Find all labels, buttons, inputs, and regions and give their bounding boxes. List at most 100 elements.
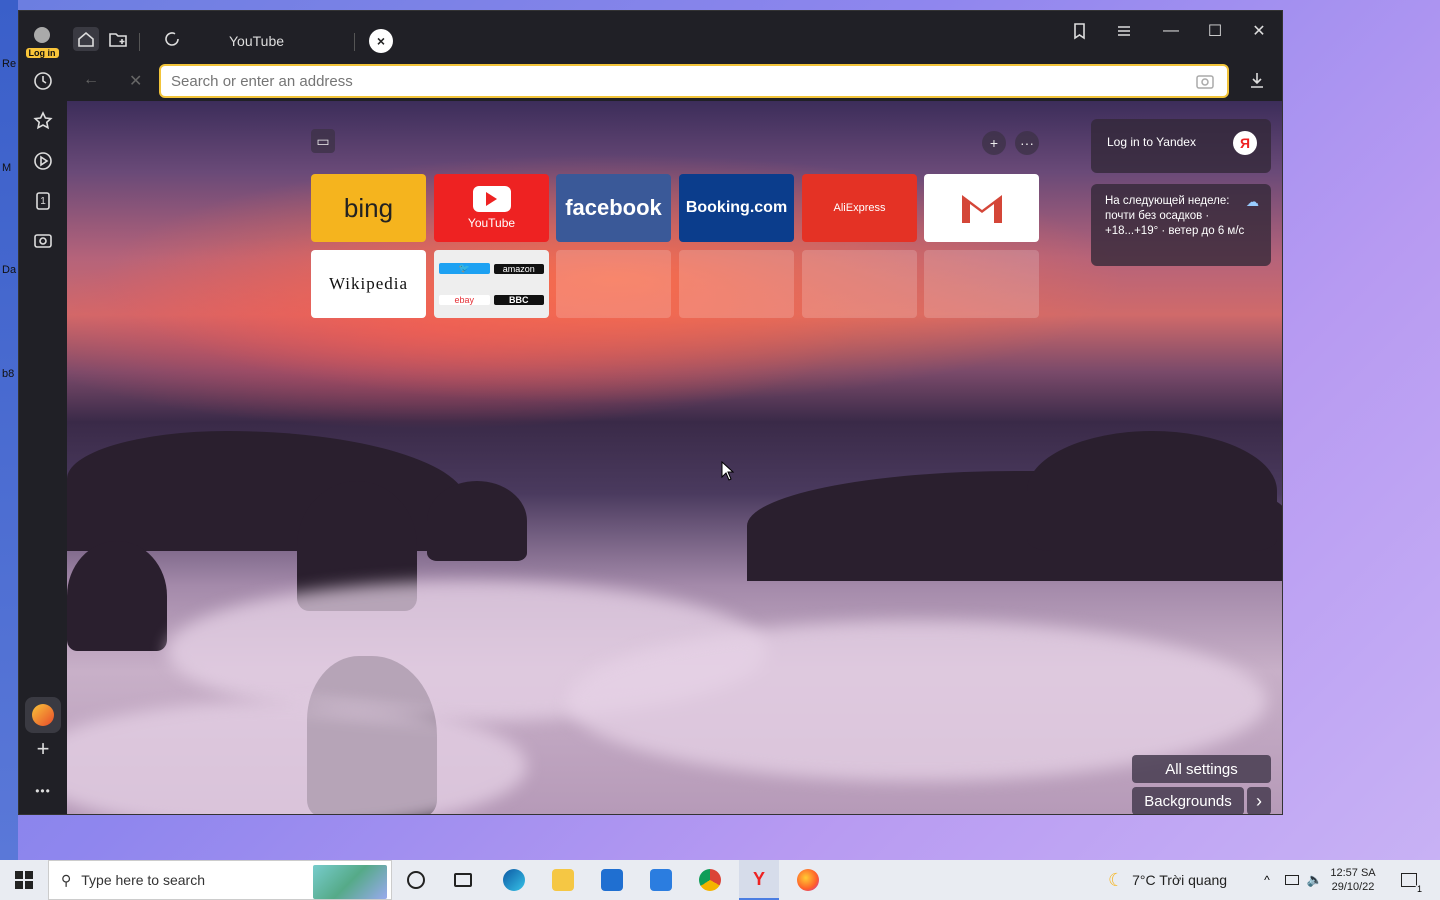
search-icon: ⚲ — [61, 871, 72, 888]
desktop-label: b8 — [2, 368, 15, 380]
chrome-icon[interactable] — [690, 860, 730, 900]
sidebar-more-button[interactable]: ••• — [27, 775, 59, 807]
network-icon[interactable] — [1282, 860, 1302, 900]
desktop-label: M — [2, 162, 12, 174]
bbc-mini[interactable]: BBC — [493, 294, 544, 305]
taskbar: ⚲ Type here to search Y ☾ 7°C Trời quang… — [0, 860, 1440, 900]
loading-icon — [159, 27, 185, 51]
edge-icon[interactable] — [494, 860, 534, 900]
tile-label: bing — [343, 192, 394, 223]
twitter-icon[interactable]: 🐦 — [439, 263, 490, 274]
clock-date: 29/10/22 — [1331, 881, 1375, 893]
titlebar: YouTube × — ☐ ✕ — [67, 11, 1282, 63]
tile-label: YouTube — [467, 216, 516, 230]
tile-aliexpress[interactable]: AliExpress — [802, 174, 917, 242]
desktop-label: Da — [2, 264, 17, 276]
browser-sidebar: Log in 1 + ••• — [19, 11, 67, 814]
tile-gmail[interactable] — [924, 174, 1039, 242]
tile-empty[interactable] — [924, 250, 1039, 318]
close-window-button[interactable]: ✕ — [1241, 19, 1277, 43]
address-input[interactable] — [159, 64, 1229, 98]
background-mountain — [427, 481, 527, 561]
taskbar-search[interactable]: ⚲ Type here to search — [48, 860, 392, 900]
backgrounds-button[interactable]: Backgrounds — [1132, 787, 1244, 814]
tile-label: Booking.com — [685, 199, 788, 216]
login-widget[interactable]: Log in to Yandex Я — [1091, 119, 1271, 173]
tile-youtube[interactable]: YouTube — [434, 174, 549, 242]
tile-empty[interactable] — [556, 250, 671, 318]
tile-bing[interactable]: bing — [311, 174, 426, 242]
tiles-more-button[interactable]: ··· — [1015, 131, 1039, 155]
weather-widget-text: На следующей неделе: почти без осадков ·… — [1105, 195, 1245, 237]
weather-widget[interactable]: На следующей неделе: почти без осадков ·… — [1091, 184, 1271, 266]
tray-weather-label: 7°C Trời quang — [1132, 872, 1228, 888]
tab-divider — [354, 33, 355, 51]
add-sidebar-icon[interactable]: + — [25, 731, 61, 767]
tile-label: Wikipedia — [328, 274, 409, 293]
moon-icon: ☾ — [1108, 869, 1125, 890]
gmail-icon — [961, 195, 1002, 223]
tile-empty[interactable] — [802, 250, 917, 318]
alice-icon[interactable] — [25, 697, 61, 733]
stop-icon[interactable]: ✕ — [129, 71, 142, 91]
taskbar-search-placeholder: Type here to search — [81, 872, 206, 888]
desktop-edge: Re M Da b8 — [0, 0, 18, 860]
amazon-mini[interactable]: amazon — [493, 263, 544, 274]
notification-count: 1 — [1414, 884, 1424, 894]
tab-divider — [139, 33, 140, 51]
login-widget-label: Log in to Yandex — [1107, 135, 1196, 149]
menu-icon[interactable] — [1111, 19, 1137, 43]
minimize-button[interactable]: — — [1153, 19, 1189, 43]
tile-empty[interactable] — [679, 250, 794, 318]
desktop-label: Re — [2, 58, 17, 70]
star-icon[interactable] — [27, 105, 59, 137]
tile-label: AliExpress — [833, 202, 886, 214]
tab-title[interactable]: YouTube — [229, 33, 284, 49]
volume-icon[interactable]: 🔈 — [1305, 860, 1325, 900]
backgrounds-next-button[interactable]: › — [1247, 787, 1271, 814]
tab-count-icon[interactable]: 1 — [27, 185, 59, 217]
camera-icon[interactable] — [1195, 72, 1215, 90]
maximize-button[interactable]: ☐ — [1197, 19, 1233, 43]
play-icon[interactable] — [27, 145, 59, 177]
cortana-icon[interactable] — [396, 860, 436, 900]
tab-close-button[interactable]: × — [369, 29, 393, 53]
windows-start-icon[interactable] — [0, 860, 48, 900]
tile-multi[interactable]: 🐦 amazon ebay BBC — [434, 250, 549, 318]
clock[interactable]: 12:57 SA 29/10/22 — [1330, 860, 1376, 900]
weather-tray[interactable]: ☾ 7°C Trời quang — [1108, 860, 1227, 900]
tab-count-label: 1 — [40, 195, 46, 207]
new-tab-page: ▭ + ··· bing YouTube facebook Booking.co… — [27, 101, 1282, 814]
screenshot-icon[interactable] — [27, 225, 59, 257]
mail-icon[interactable] — [641, 860, 681, 900]
tab-gallery-icon[interactable]: ▭ — [311, 129, 335, 153]
bookmark-collection-icon[interactable] — [1067, 19, 1093, 43]
back-icon[interactable]: ← — [83, 71, 99, 89]
file-explorer-icon[interactable] — [543, 860, 583, 900]
browser-window: Log in 1 + ••• YouTube × — ☐ ✕ ← ✕ Searc… — [18, 10, 1283, 815]
login-badge[interactable]: Log in — [23, 27, 61, 58]
firefox-icon[interactable] — [788, 860, 828, 900]
background-mountain — [1027, 431, 1277, 551]
chevron-up-icon[interactable]: ^ — [1258, 860, 1276, 900]
all-settings-button[interactable]: All settings — [1132, 755, 1271, 783]
search-highlight-image — [313, 865, 387, 899]
download-icon[interactable] — [1247, 70, 1271, 94]
login-badge-label: Log in — [25, 48, 59, 58]
clock-time: 12:57 SA — [1330, 867, 1376, 879]
tile-facebook[interactable]: facebook — [556, 174, 671, 242]
ebay-mini[interactable]: ebay — [439, 294, 490, 305]
tile-booking[interactable]: Booking.com — [679, 174, 794, 242]
yandex-browser-icon[interactable]: Y — [739, 860, 779, 900]
rain-cloud-icon: ☁ — [1246, 194, 1259, 209]
store-icon[interactable] — [592, 860, 632, 900]
history-icon[interactable] — [27, 65, 59, 97]
home-tab-icon[interactable] — [73, 27, 99, 51]
address-row: ← ✕ — [67, 63, 1282, 101]
tile-wikipedia[interactable]: Wikipedia — [311, 250, 426, 318]
background-mountain — [67, 541, 167, 651]
new-tab-group-icon[interactable] — [105, 27, 131, 51]
task-view-icon[interactable] — [443, 860, 483, 900]
notification-icon[interactable]: 1 — [1394, 860, 1424, 900]
add-tile-button[interactable]: + — [982, 131, 1006, 155]
